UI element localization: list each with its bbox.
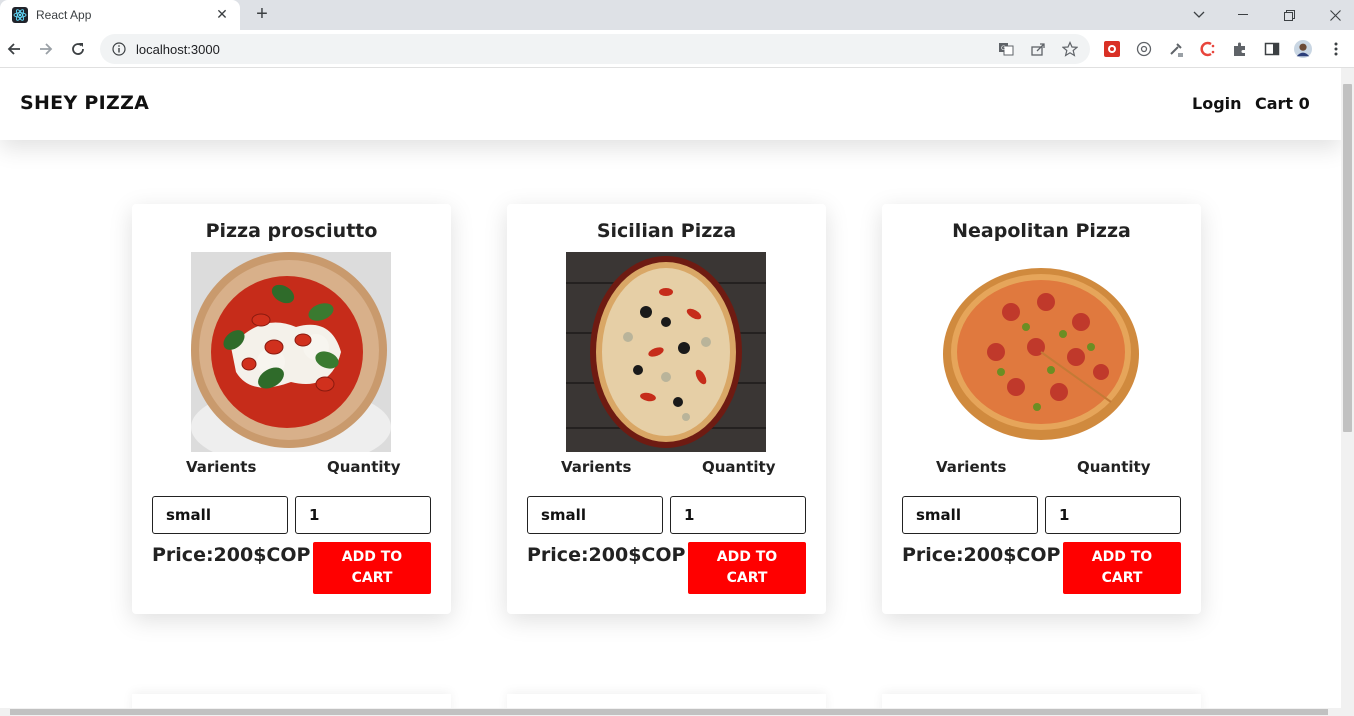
extensions-puzzle-icon[interactable] — [1231, 40, 1249, 58]
eyedropper-icon[interactable] — [1167, 40, 1185, 58]
forward-icon[interactable] — [34, 38, 58, 60]
browser-tab[interactable]: React App ✕ — [0, 0, 240, 30]
extension-red-icon[interactable] — [1103, 40, 1121, 58]
quantity-label: Quantity — [702, 458, 776, 476]
vertical-scrollbar[interactable] — [1341, 68, 1354, 708]
info-icon[interactable] — [112, 42, 126, 56]
variant-select[interactable]: small — [152, 496, 288, 534]
reload-icon[interactable] — [66, 38, 90, 60]
vertical-scroll-thumb[interactable] — [1343, 84, 1352, 432]
extension-c-icon[interactable] — [1199, 40, 1217, 58]
pizza-name: Sicilian Pizza — [596, 220, 737, 242]
browser-tab-strip: React App ✕ + — [0, 0, 1354, 30]
pizza-image[interactable] — [941, 252, 1141, 452]
site-brand[interactable]: SHEY PIZZA — [20, 92, 149, 114]
tab-close-icon[interactable]: ✕ — [214, 7, 230, 23]
page-viewport: SHEY PIZZA Login Cart 0 Pizza prosciutto — [0, 68, 1341, 708]
side-panel-icon[interactable] — [1263, 40, 1281, 58]
pizza-card-partial — [882, 694, 1201, 708]
chrome-menu-icon[interactable] — [1327, 40, 1345, 58]
pizza-card: Neapolitan Pizza Varients Quantity small… — [882, 204, 1201, 614]
browser-toolbar: localhost:3000 G — [0, 30, 1354, 68]
variants-label: Varients — [186, 458, 257, 476]
tab-title: React App — [36, 8, 92, 22]
pizza-name: Pizza prosciutto — [205, 220, 378, 242]
pizza-price: Price:200$COP — [152, 544, 311, 566]
cart-link[interactable]: Cart 0 — [1255, 94, 1310, 113]
pizza-image[interactable] — [566, 252, 766, 452]
tab-search-icon[interactable] — [1176, 0, 1222, 30]
add-to-cart-button[interactable]: ADD TO CART — [688, 542, 806, 594]
variants-label: Varients — [936, 458, 1007, 476]
bookmark-star-icon[interactable] — [1062, 41, 1078, 57]
react-favicon-icon — [12, 7, 28, 23]
variants-label: Varients — [561, 458, 632, 476]
restore-icon[interactable] — [1266, 0, 1312, 30]
quantity-select[interactable]: 1 — [295, 496, 431, 534]
quantity-label: Quantity — [327, 458, 401, 476]
pizza-card: Pizza prosciutto Varients Quantity small… — [132, 204, 451, 614]
site-navbar: SHEY PIZZA Login Cart 0 — [0, 68, 1341, 140]
variant-select[interactable]: small — [902, 496, 1038, 534]
new-tab-button[interactable]: + — [252, 4, 272, 25]
svg-text:G: G — [1001, 45, 1006, 52]
quantity-label: Quantity — [1077, 458, 1151, 476]
pizza-price: Price:200$COP — [902, 544, 1061, 566]
quantity-select[interactable]: 1 — [670, 496, 806, 534]
extension-circle-icon[interactable] — [1135, 40, 1153, 58]
pizza-price: Price:200$COP — [527, 544, 686, 566]
pizza-card: Sicilian Pizza Varients Quantity small 1… — [507, 204, 826, 614]
pizza-name: Neapolitan Pizza — [952, 220, 1131, 242]
back-icon[interactable] — [2, 38, 26, 60]
horizontal-scroll-thumb[interactable] — [10, 709, 1328, 715]
close-window-icon[interactable] — [1312, 0, 1354, 30]
quantity-select[interactable]: 1 — [1045, 496, 1181, 534]
add-to-cart-button[interactable]: ADD TO CART — [313, 542, 431, 594]
pizza-card-partial — [132, 694, 451, 708]
minimize-icon[interactable] — [1220, 0, 1266, 30]
profile-avatar-icon[interactable] — [1294, 40, 1312, 58]
horizontal-scrollbar[interactable] — [0, 708, 1354, 716]
add-to-cart-button[interactable]: ADD TO CART — [1063, 542, 1181, 594]
url-text: localhost:3000 — [136, 41, 220, 57]
share-icon[interactable] — [1030, 41, 1046, 57]
pizza-image[interactable] — [191, 252, 391, 452]
variant-select[interactable]: small — [527, 496, 663, 534]
login-link[interactable]: Login — [1192, 94, 1242, 113]
address-bar[interactable]: localhost:3000 G — [100, 34, 1090, 64]
translate-icon[interactable]: G — [998, 41, 1014, 57]
pizza-card-partial — [507, 694, 826, 708]
